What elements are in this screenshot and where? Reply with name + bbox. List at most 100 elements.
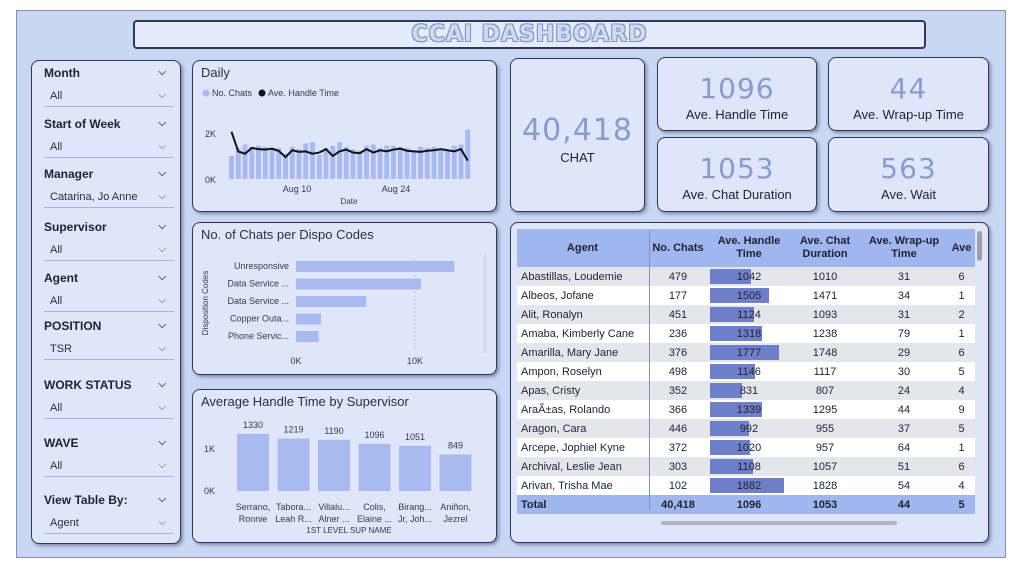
daily-chat-bar[interactable]: [229, 156, 234, 179]
table-row[interactable]: Ampon, Roselyn 498 1146 1117 30 5: [517, 362, 975, 381]
agent-table[interactable]: Agent No. Chats Ave. Handle Time Ave. Ch…: [517, 229, 975, 514]
daily-chat-bar[interactable]: [404, 147, 410, 179]
chevron-down-icon[interactable]: ⌵: [158, 219, 166, 235]
supervisor-bar[interactable]: [358, 443, 391, 491]
daily-chat-bar[interactable]: [343, 146, 349, 179]
table-row[interactable]: Aragon, Cara 446 992 955 37 5: [517, 419, 975, 438]
daily-chat-bar[interactable]: [397, 146, 403, 179]
daily-chat-bar[interactable]: [465, 129, 471, 179]
col-header-agent[interactable]: Agent: [517, 229, 648, 267]
slicer-agent[interactable]: Agent ⌵ All ⌵: [44, 270, 174, 312]
chevron-down-icon[interactable]: ⌵: [158, 138, 166, 156]
slicer-dropdown[interactable]: All ⌵: [44, 399, 174, 419]
slicer-start-of-week[interactable]: Start of Week ⌵ All ⌵: [44, 116, 174, 158]
chevron-down-icon[interactable]: ⌵: [158, 399, 166, 417]
dashboard-title: CCAI DASHBOARD: [411, 22, 648, 47]
table-row[interactable]: AraÃ±as, Rolando 366 1339 1295 44 9: [517, 400, 975, 419]
dispo-bar[interactable]: [296, 296, 367, 307]
chevron-down-icon[interactable]: ⌵: [158, 492, 166, 508]
slicer-dropdown[interactable]: All ⌵: [44, 457, 174, 477]
chevron-down-icon[interactable]: ⌵: [158, 340, 166, 358]
slicer-dropdown[interactable]: Agent ⌵: [44, 514, 174, 534]
horizontal-scrollbar[interactable]: [661, 521, 897, 525]
col-header-ave[interactable]: Ave: [948, 229, 975, 267]
daily-chat-bar[interactable]: [357, 150, 363, 179]
table-row[interactable]: Alit, Ronalyn 451 1124 1093 31 2: [517, 305, 975, 324]
slicer-dropdown[interactable]: All ⌵: [44, 241, 174, 261]
daily-chat-bar[interactable]: [242, 144, 248, 180]
table-row[interactable]: Archival, Leslie Jean 303 1108 1057 51 6: [517, 457, 975, 476]
daily-chat-bar[interactable]: [370, 144, 376, 180]
dispo-bar[interactable]: [296, 278, 421, 290]
daily-chat-bar[interactable]: [310, 142, 315, 179]
scrollbar[interactable]: [483, 253, 487, 353]
chevron-down-icon[interactable]: ⌵: [158, 188, 166, 206]
daily-chat-bar[interactable]: [337, 142, 342, 179]
supervisor-bar[interactable]: [399, 445, 431, 491]
supervisor-bar[interactable]: [277, 438, 310, 491]
chevron-down-icon[interactable]: ⌵: [158, 116, 166, 132]
chevron-down-icon[interactable]: ⌵: [158, 457, 166, 475]
chevron-down-icon[interactable]: ⌵: [158, 87, 166, 105]
slicer-view-table-by[interactable]: View Table By: ⌵ Agent ⌵: [44, 492, 174, 534]
chevron-down-icon[interactable]: ⌵: [158, 435, 166, 451]
daily-chat-bar[interactable]: [431, 146, 437, 179]
table-row[interactable]: Amarilla, Mary Jane 376 1777 1748 29 6: [517, 343, 975, 362]
daily-chat-bar[interactable]: [445, 150, 450, 179]
chevron-down-icon[interactable]: ⌵: [158, 270, 166, 286]
supervisor-bar[interactable]: [237, 433, 269, 491]
dispo-chart[interactable]: Disposition Codes Unresponsive Data Servi…: [193, 223, 495, 373]
table-row[interactable]: Albeos, Jofane 177 1505 1471 34 1: [517, 286, 975, 305]
vertical-scrollbar[interactable]: [977, 231, 982, 261]
table-row[interactable]: Abastillas, Loudemie 479 1042 1010 31 6: [517, 267, 975, 286]
col-header-no-chats[interactable]: No. Chats: [648, 229, 708, 267]
wrapup-cell: 31: [860, 305, 948, 324]
chevron-down-icon[interactable]: ⌵: [158, 514, 166, 532]
table-row[interactable]: Arivan, Trisha Mae 102 1882 1828 54 4: [517, 476, 975, 495]
slicer-dropdown[interactable]: All ⌵: [44, 87, 174, 107]
daily-chat-bar[interactable]: [269, 147, 275, 179]
slicer-dropdown[interactable]: TSR ⌵: [44, 340, 174, 360]
daily-chat-bar[interactable]: [316, 154, 322, 179]
chevron-down-icon[interactable]: ⌵: [158, 166, 166, 182]
slicer-wave[interactable]: WAVE ⌵ All ⌵: [44, 435, 174, 477]
slicer-manager[interactable]: Manager ⌵ Catarina, Jo Anne ⌵: [44, 166, 174, 208]
daily-chat-bar[interactable]: [256, 145, 261, 179]
daily-chat-bar[interactable]: [411, 150, 417, 179]
daily-chat-bar[interactable]: [303, 143, 309, 179]
table-row[interactable]: Arcepe, Jophiel Kyne 372 1020 957 64 1: [517, 438, 975, 457]
dispo-bar[interactable]: [296, 331, 319, 342]
chevron-down-icon[interactable]: ⌵: [158, 292, 166, 310]
chevron-down-icon[interactable]: ⌵: [158, 318, 166, 334]
table-row[interactable]: Amaba, Kimberly Cane 236 1318 1238 79 1: [517, 324, 975, 343]
slicer-work-status[interactable]: WORK STATUS ⌵ All ⌵: [44, 377, 174, 419]
slicer-dropdown[interactable]: Catarina, Jo Anne ⌵: [44, 188, 174, 208]
table-row[interactable]: Apas, Cristy 352 831 807 24 4: [517, 381, 975, 400]
supervisor-bar[interactable]: [439, 454, 472, 491]
chevron-down-icon[interactable]: ⌵: [158, 65, 166, 81]
chats-cell: 451: [648, 305, 708, 324]
slicer-dropdown[interactable]: All ⌵: [44, 292, 174, 312]
daily-chat-bar[interactable]: [249, 146, 255, 179]
supervisor-bar[interactable]: [318, 439, 350, 491]
slicer-dropdown[interactable]: All ⌵: [44, 138, 174, 158]
daily-chat-bar[interactable]: [323, 147, 329, 179]
daily-chat-bar[interactable]: [438, 149, 444, 179]
col-header-chat-duration[interactable]: Ave. Chat Duration: [790, 229, 860, 267]
daily-chat-bar[interactable]: [377, 147, 383, 179]
daily-chat-bar[interactable]: [424, 147, 430, 179]
col-header-aht[interactable]: Ave. Handle Time: [708, 229, 790, 267]
daily-chat-bar[interactable]: [296, 149, 302, 179]
chevron-down-icon[interactable]: ⌵: [158, 241, 166, 259]
daily-chat-bar[interactable]: [262, 146, 268, 179]
slicer-month[interactable]: Month ⌵ All ⌵: [44, 65, 174, 107]
daily-chart[interactable]: No. Chats Ave. Handle Time 2K 0K Aug 10 …: [193, 61, 495, 209]
dispo-bar[interactable]: [296, 313, 321, 325]
chevron-down-icon[interactable]: ⌵: [158, 377, 166, 393]
col-header-wrapup[interactable]: Ave. Wrap-up Time: [860, 229, 948, 267]
daily-chat-bar[interactable]: [330, 145, 336, 179]
slicer-supervisor[interactable]: Supervisor ⌵ All ⌵: [44, 219, 174, 261]
dispo-bar[interactable]: [296, 261, 455, 272]
supervisor-chart[interactable]: 1K 0K 1330 Serrano, Ronnie 1219 Tabora... Lea…: [193, 390, 495, 540]
slicer-position[interactable]: POSITION ⌵ TSR ⌵: [44, 318, 174, 360]
